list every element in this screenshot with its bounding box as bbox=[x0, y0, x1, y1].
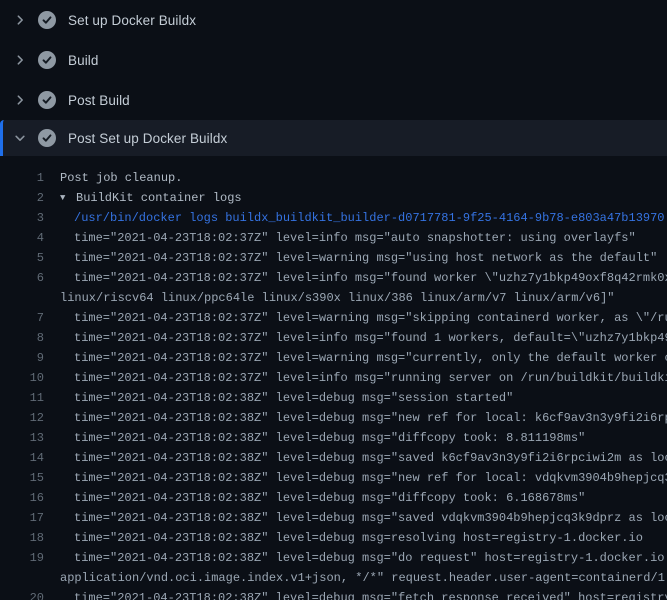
log-row: 15time="2021-04-23T18:02:38Z" level=debu… bbox=[0, 468, 667, 488]
log-text: time="2021-04-23T18:02:38Z" level=debug … bbox=[44, 548, 667, 568]
log-row: 13time="2021-04-23T18:02:38Z" level=debu… bbox=[0, 428, 667, 448]
step-label: Set up Docker Buildx bbox=[68, 13, 196, 28]
log-text: time="2021-04-23T18:02:38Z" level=debug … bbox=[44, 588, 667, 600]
steps-list: Set up Docker Buildx Build Post Build Po… bbox=[0, 0, 667, 156]
line-number[interactable]: 18 bbox=[0, 528, 44, 548]
log-text: time="2021-04-23T18:02:38Z" level=debug … bbox=[44, 528, 643, 548]
log-text: time="2021-04-23T18:02:38Z" level=debug … bbox=[44, 448, 667, 468]
log-row: 7time="2021-04-23T18:02:37Z" level=warni… bbox=[0, 308, 667, 328]
log-text: time="2021-04-23T18:02:38Z" level=debug … bbox=[44, 468, 667, 488]
chevron-right-icon bbox=[12, 12, 28, 28]
line-number[interactable]: 14 bbox=[0, 448, 44, 468]
step-label: Post Set up Docker Buildx bbox=[68, 131, 227, 146]
check-circle-icon bbox=[38, 129, 56, 147]
log-row: 17time="2021-04-23T18:02:38Z" level=debu… bbox=[0, 508, 667, 528]
group-label: BuildKit container logs bbox=[76, 191, 242, 205]
check-circle-icon bbox=[38, 91, 56, 109]
log-text: time="2021-04-23T18:02:38Z" level=debug … bbox=[44, 388, 513, 408]
line-number[interactable]: 11 bbox=[0, 388, 44, 408]
line-number[interactable]: 16 bbox=[0, 488, 44, 508]
log-text: time="2021-04-23T18:02:38Z" level=debug … bbox=[44, 488, 585, 508]
group-expanded-triangle-icon: ▼ bbox=[60, 188, 76, 208]
log-row: linux/riscv64 linux/ppc64le linux/s390x … bbox=[0, 288, 667, 308]
log-row: 9time="2021-04-23T18:02:37Z" level=warni… bbox=[0, 348, 667, 368]
log-row: 18time="2021-04-23T18:02:38Z" level=debu… bbox=[0, 528, 667, 548]
line-number[interactable]: 12 bbox=[0, 408, 44, 428]
line-number[interactable]: 3 bbox=[0, 208, 44, 228]
log-text: linux/riscv64 linux/ppc64le linux/s390x … bbox=[44, 288, 615, 308]
log-row: 19time="2021-04-23T18:02:38Z" level=debu… bbox=[0, 548, 667, 568]
step-row-post-build[interactable]: Post Build bbox=[0, 80, 667, 120]
log-text: time="2021-04-23T18:02:37Z" level=warnin… bbox=[44, 248, 657, 268]
line-number[interactable]: 8 bbox=[0, 328, 44, 348]
log-row: 16time="2021-04-23T18:02:38Z" level=debu… bbox=[0, 488, 667, 508]
log-text: time="2021-04-23T18:02:37Z" level=warnin… bbox=[44, 308, 667, 328]
log-text: time="2021-04-23T18:02:38Z" level=debug … bbox=[44, 508, 667, 528]
line-number[interactable]: 20 bbox=[0, 588, 44, 600]
line-number[interactable]: 19 bbox=[0, 548, 44, 568]
check-circle-icon bbox=[38, 51, 56, 69]
log-row: 10time="2021-04-23T18:02:37Z" level=info… bbox=[0, 368, 667, 388]
line-number[interactable]: 2 bbox=[0, 188, 44, 208]
line-number[interactable]: 7 bbox=[0, 308, 44, 328]
line-number[interactable]: 1 bbox=[0, 168, 44, 188]
log-text: time="2021-04-23T18:02:38Z" level=debug … bbox=[44, 428, 585, 448]
log-row: application/vnd.oci.image.index.v1+json,… bbox=[0, 568, 667, 588]
log-text[interactable]: ▼BuildKit container logs bbox=[44, 188, 242, 208]
log-row: 12time="2021-04-23T18:02:38Z" level=debu… bbox=[0, 408, 667, 428]
log-text: Post job cleanup. bbox=[44, 168, 182, 188]
log-row: 4time="2021-04-23T18:02:37Z" level=info … bbox=[0, 228, 667, 248]
step-row-post-set-up-docker-buildx[interactable]: Post Set up Docker Buildx bbox=[0, 120, 667, 156]
line-number[interactable]: 15 bbox=[0, 468, 44, 488]
log-text: time="2021-04-23T18:02:37Z" level=info m… bbox=[44, 328, 667, 348]
log-command-text: /usr/bin/docker logs buildx_buildkit_bui… bbox=[44, 208, 665, 228]
line-number[interactable]: 10 bbox=[0, 368, 44, 388]
line-number[interactable]: 17 bbox=[0, 508, 44, 528]
log-row: 6time="2021-04-23T18:02:37Z" level=info … bbox=[0, 268, 667, 288]
chevron-right-icon bbox=[12, 52, 28, 68]
log-row: 14time="2021-04-23T18:02:38Z" level=debu… bbox=[0, 448, 667, 468]
log-text: time="2021-04-23T18:02:37Z" level=info m… bbox=[44, 268, 667, 288]
log-text: time="2021-04-23T18:02:37Z" level=info m… bbox=[44, 368, 667, 388]
log-row: 20time="2021-04-23T18:02:38Z" level=debu… bbox=[0, 588, 667, 600]
check-circle-icon bbox=[38, 11, 56, 29]
line-number[interactable]: 4 bbox=[0, 228, 44, 248]
line-number[interactable]: 13 bbox=[0, 428, 44, 448]
step-row-set-up-docker-buildx[interactable]: Set up Docker Buildx bbox=[0, 0, 667, 40]
log-row: 11time="2021-04-23T18:02:38Z" level=debu… bbox=[0, 388, 667, 408]
log-text: time="2021-04-23T18:02:37Z" level=info m… bbox=[44, 228, 636, 248]
log-row: 3/usr/bin/docker logs buildx_buildkit_bu… bbox=[0, 208, 667, 228]
step-row-build[interactable]: Build bbox=[0, 40, 667, 80]
log-row: 8time="2021-04-23T18:02:37Z" level=info … bbox=[0, 328, 667, 348]
line-number[interactable]: 9 bbox=[0, 348, 44, 368]
line-number[interactable]: 5 bbox=[0, 248, 44, 268]
line-number[interactable]: 6 bbox=[0, 268, 44, 288]
log-group-row: 2▼BuildKit container logs bbox=[0, 188, 667, 208]
log-text: time="2021-04-23T18:02:37Z" level=warnin… bbox=[44, 348, 667, 368]
step-label: Build bbox=[68, 53, 99, 68]
log-text: application/vnd.oci.image.index.v1+json,… bbox=[44, 568, 667, 588]
log-text: time="2021-04-23T18:02:38Z" level=debug … bbox=[44, 408, 667, 428]
actions-log-viewer: Set up Docker Buildx Build Post Build Po… bbox=[0, 0, 667, 600]
line-number bbox=[0, 288, 44, 308]
chevron-down-icon bbox=[12, 130, 28, 146]
chevron-right-icon bbox=[12, 92, 28, 108]
line-number bbox=[0, 568, 44, 588]
log-area: 1Post job cleanup.2▼BuildKit container l… bbox=[0, 156, 667, 600]
log-row: 1Post job cleanup. bbox=[0, 168, 667, 188]
step-label: Post Build bbox=[68, 93, 130, 108]
log-row: 5time="2021-04-23T18:02:37Z" level=warni… bbox=[0, 248, 667, 268]
